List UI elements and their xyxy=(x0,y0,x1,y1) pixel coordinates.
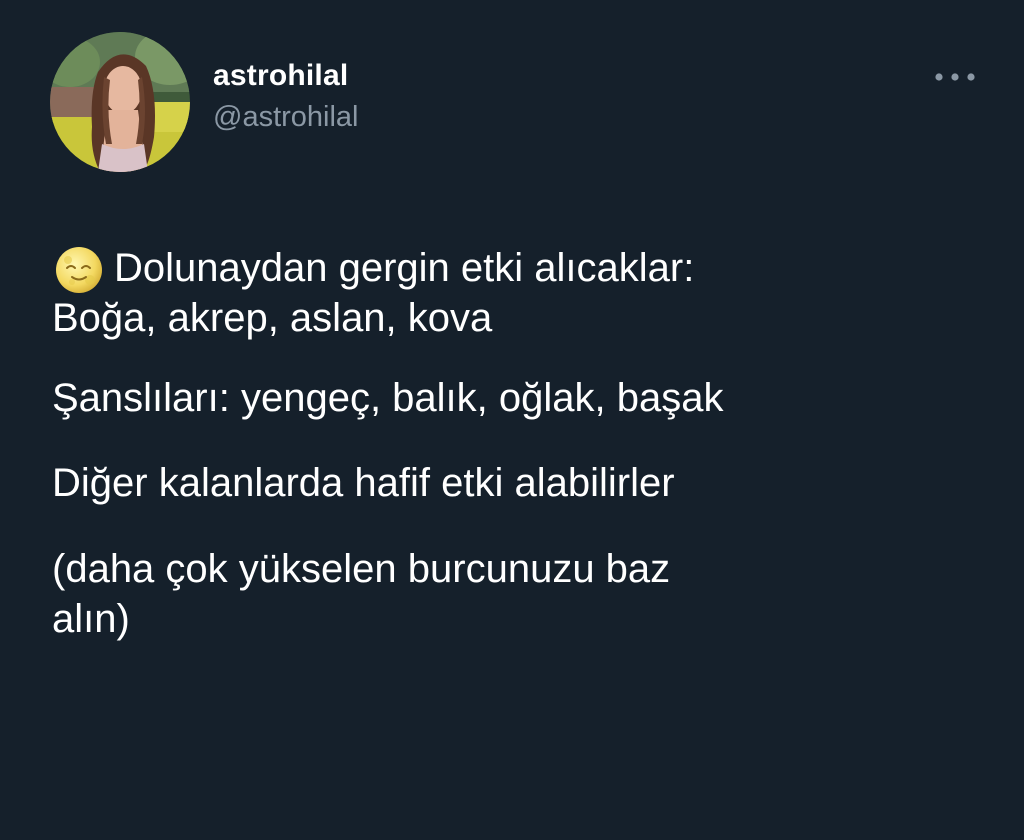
more-horizontal-icon xyxy=(935,73,975,81)
tweet-line: alın) xyxy=(52,597,130,641)
tweet-text: Dolunaydan gergin etki alıcaklar: Boğa, … xyxy=(52,243,982,644)
tweet-paragraph: Dolunaydan gergin etki alıcaklar: Boğa, … xyxy=(52,243,982,343)
tweet-line: Şanslıları: yengeç, balık, oğlak, başak xyxy=(52,376,724,420)
tweet-line: Boğa, akrep, aslan, kova xyxy=(52,296,493,340)
tweet-line: Dolunaydan gergin etki alıcaklar: xyxy=(52,243,982,293)
tweet-card: astrohilal @astrohilal Dolunaydan gergin… xyxy=(0,0,1024,840)
user-info: astrohilal @astrohilal xyxy=(213,58,359,134)
tweet-paragraph: Diğer kalanlarda hafif etki alabilirler xyxy=(52,458,982,508)
tweet-paragraph: Şanslıları: yengeç, balık, oğlak, başak xyxy=(52,373,982,423)
profile-photo-icon xyxy=(50,32,190,172)
full-moon-face-icon xyxy=(52,244,108,294)
more-options-button[interactable] xyxy=(930,62,980,92)
tweet-line-text: Dolunaydan gergin etki alıcaklar: xyxy=(114,246,695,290)
tweet-line: Diğer kalanlarda hafif etki alabilirler xyxy=(52,461,675,505)
user-handle[interactable]: @astrohilal xyxy=(213,100,359,134)
tweet-paragraph: (daha çok yükselen burcunuzu baz alın) xyxy=(52,544,982,644)
avatar[interactable] xyxy=(50,32,190,172)
display-name[interactable]: astrohilal xyxy=(213,58,359,94)
tweet-line: (daha çok yükselen burcunuzu baz xyxy=(52,547,671,591)
